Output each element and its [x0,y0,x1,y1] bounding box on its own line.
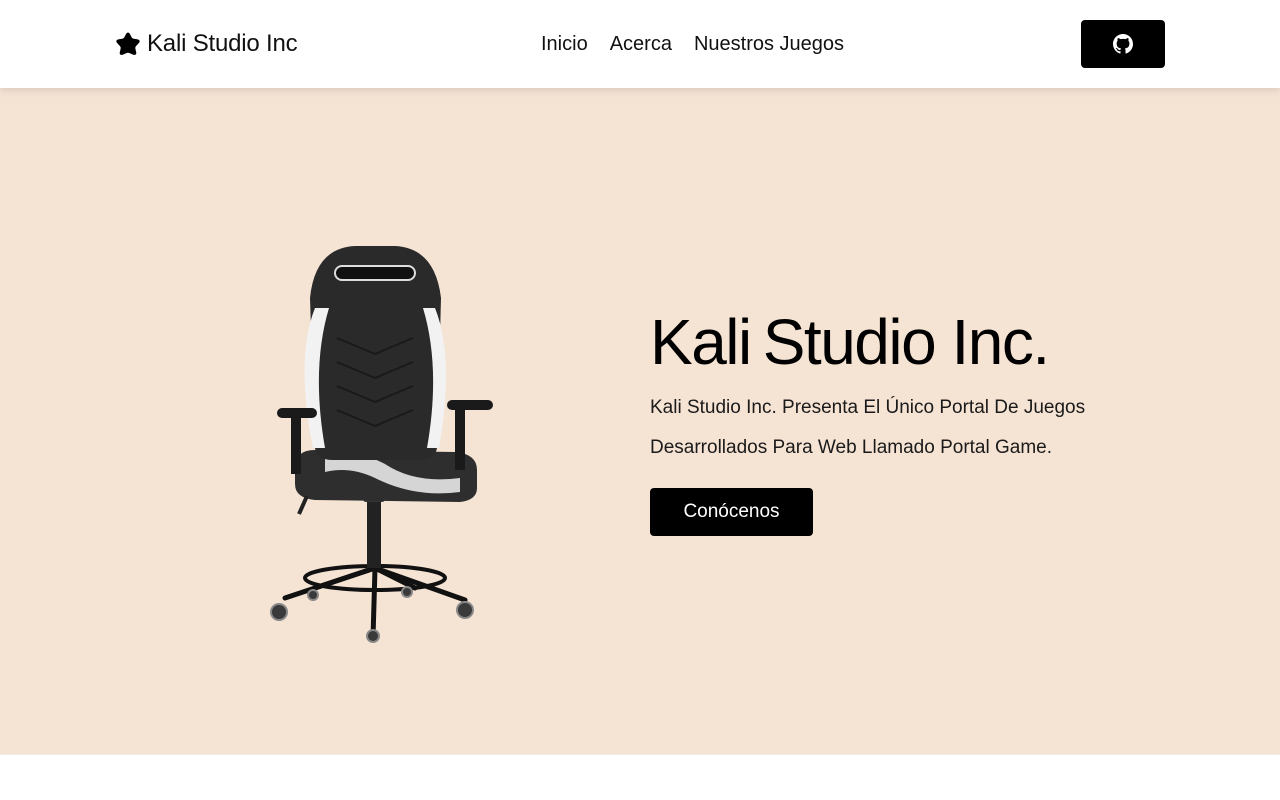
hero-title: Kali Studio Inc. [650,306,1050,378]
navbar: Kali Studio Inc Inicio Acerca Nuestros J… [0,0,1280,88]
hero-description: Kali Studio Inc. Presenta El Único Porta… [650,397,1086,458]
gaming-chair-image [255,238,505,648]
brand-name: Kali Studio Inc [147,30,298,57]
hero-title-rest: Studio Inc. [762,306,1050,378]
star-blob-icon [115,31,141,57]
main-nav: Inicio Acerca Nuestros Juegos [541,32,844,56]
hero-section: Kali Studio Inc. Kali Studio Inc. Present… [0,88,1280,754]
conocenos-button[interactable]: Conócenos [650,488,813,536]
nav-link-inicio[interactable]: Inicio [541,32,588,56]
github-icon [1113,34,1133,54]
nav-link-acerca[interactable]: Acerca [610,32,672,56]
github-button[interactable] [1081,20,1165,68]
brand-link[interactable]: Kali Studio Inc [115,28,298,60]
next-section-edge [0,754,1280,800]
hero-title-highlight: Kali [650,306,752,378]
nav-link-nuestros-juegos[interactable]: Nuestros Juegos [694,32,844,56]
